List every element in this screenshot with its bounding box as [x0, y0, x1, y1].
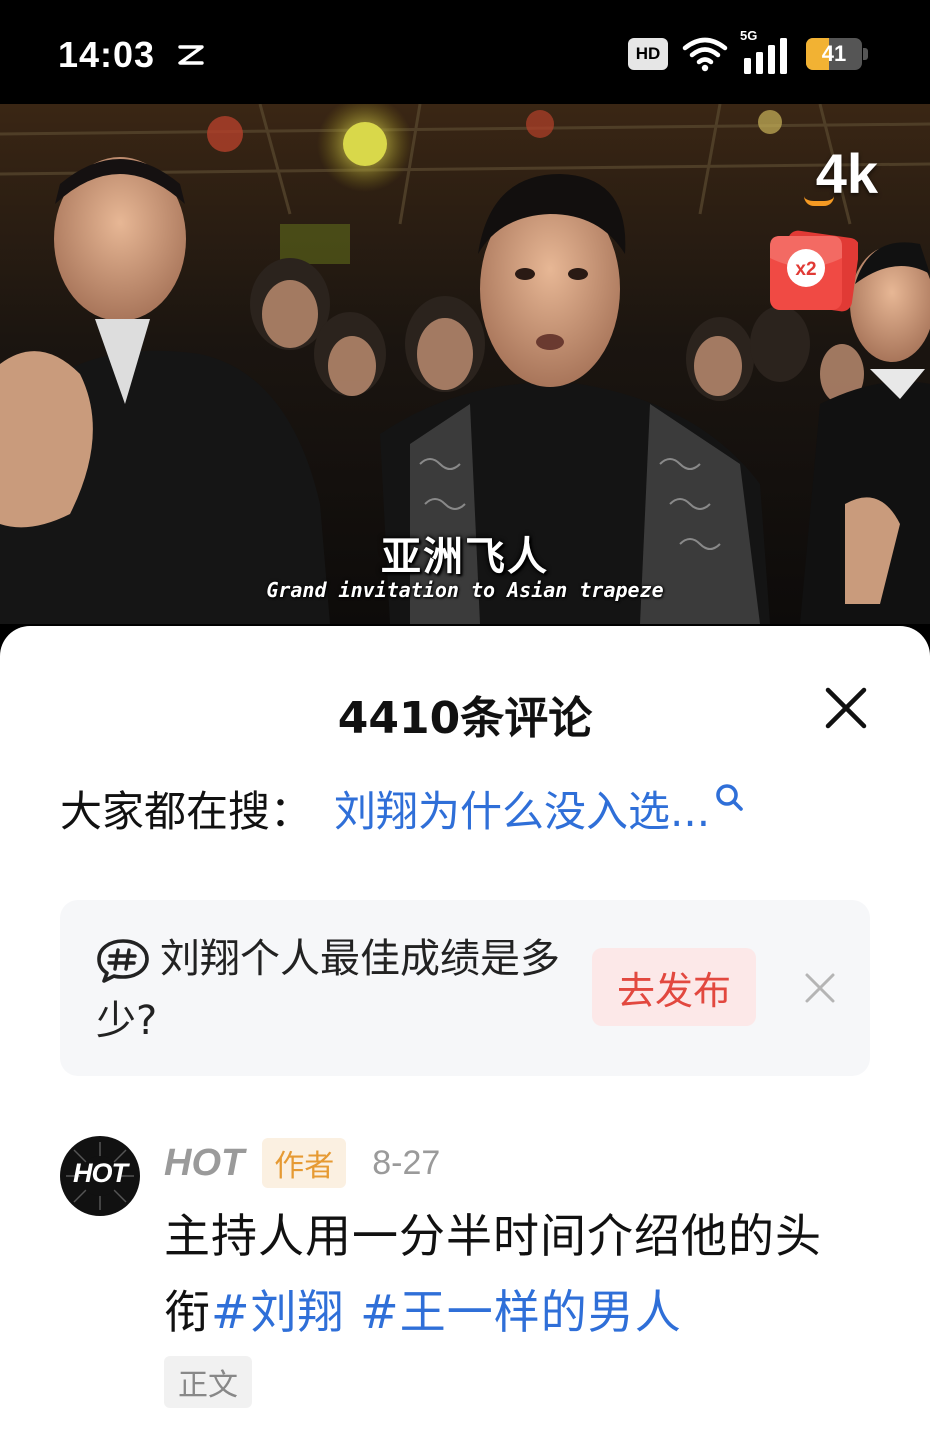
- trending-search-label: 大家都在搜：: [60, 787, 313, 836]
- wifi-icon: [682, 37, 728, 72]
- comment-count-title: 4410条评论: [337, 693, 593, 744]
- author-badge: 作者: [262, 1138, 347, 1188]
- trending-search-query-link[interactable]: 刘翔为什么没入选...: [334, 778, 710, 839]
- redpacket-multiplier: x2: [795, 259, 816, 280]
- comment-date: 8-27: [372, 1143, 441, 1182]
- avatar[interactable]: HOT: [60, 1136, 140, 1216]
- close-icon[interactable]: [822, 684, 870, 732]
- trending-search-row[interactable]: 大家都在搜： 刘翔为什么没入选...: [60, 778, 744, 839]
- hashtag-link[interactable]: #王一样的男人: [360, 1285, 682, 1339]
- publish-button[interactable]: 去发布: [592, 948, 756, 1026]
- status-time: 14:03: [58, 34, 156, 75]
- avatar-label: HOT: [73, 1158, 128, 1188]
- status-bar: 14:03 HD 5G 41: [0, 0, 930, 104]
- search-icon[interactable]: [714, 783, 744, 813]
- topic-prompt-text: 刘翔个人最佳成绩是多少?: [96, 936, 560, 1044]
- comment-body-tag: 正文: [164, 1356, 252, 1408]
- video-player[interactable]: 4k x2 亚洲飞人 Grand invitation to Asian tra…: [0, 104, 930, 624]
- video-subtitle-english: Grand invitation to Asian trapeze: [266, 578, 664, 602]
- comment-body: 主持人用一分半时间介绍他的头衔#刘翔 #王一样的男人: [164, 1198, 864, 1350]
- capcut-app-icon: [178, 45, 204, 65]
- quality-4k-badge[interactable]: 4k: [816, 146, 878, 202]
- red-packet-icon[interactable]: x2: [766, 228, 858, 314]
- hd-voice-icon: HD: [628, 38, 668, 70]
- dismiss-prompt-close-icon[interactable]: [802, 970, 838, 1006]
- topic-prompt-card: 刘翔个人最佳成绩是多少? 去发布: [60, 900, 870, 1076]
- cellular-signal: 5G: [740, 28, 792, 74]
- hashtag-link[interactable]: #刘翔: [211, 1285, 345, 1339]
- signal-bars-icon: [744, 38, 787, 74]
- video-subtitle-chinese: 亚洲飞人: [381, 534, 549, 580]
- comment-author-name[interactable]: HOT: [164, 1142, 244, 1185]
- comments-sheet: 4410条评论 大家都在搜： 刘翔为什么没入选... 刘翔个人最佳成绩是多少? …: [0, 626, 930, 1448]
- battery-icon: 41: [806, 38, 868, 70]
- battery-level: 41: [821, 41, 847, 66]
